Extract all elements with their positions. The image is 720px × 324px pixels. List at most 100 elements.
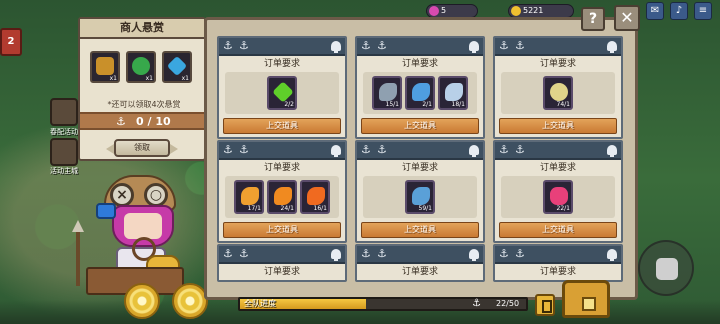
pufferfish-icon [550,83,568,101]
mail-icon[interactable]: ✉ [646,2,664,20]
bounty-reward-count: x1 [181,75,189,82]
order-item[interactable]: 15/1 [372,76,402,110]
bell-icon [331,145,341,157]
anchor-icon: ⚓ [116,115,126,128]
item-count: 2/2 [284,101,294,108]
order-header: ⚓ ⚓ [219,142,345,160]
order-item[interactable]: 74/1 [543,76,573,110]
sound-icon[interactable]: ♪ [670,2,688,20]
item-count: 2/1 [422,101,432,108]
anchor-icon: ⚓ [361,143,371,156]
document-button[interactable] [535,294,555,316]
resource-pill-2[interactable]: 5221 [508,4,574,18]
order-card: ⚓ ⚓ 订单要求 [217,244,347,282]
order-card: ⚓ ⚓ 订单要求 [355,244,485,282]
merchant-bounty-panel: 商人悬赏 x1 x1 x1 *还可以领取4次悬赏 ⚓ 0 / 10 领取 [78,17,206,161]
silver-fish-icon [445,83,463,101]
order-header: ⚓ ⚓ [357,246,483,264]
blue-fish-icon [412,83,430,101]
grey-fish-icon [379,83,397,101]
bounty-reward-slot[interactable]: x1 [126,51,156,83]
order-header: ⚓ ⚓ [495,246,621,264]
order-item[interactable]: 59/1 [405,180,435,214]
anchor-icon: ⚓ [472,298,481,309]
anchor-icon: ⚓ [377,143,387,156]
order-item[interactable]: 2/2 [267,76,297,110]
player-character: × ○ [72,175,208,324]
city-label: 活动主城 [50,167,78,175]
order-items: 2/2 [225,72,339,114]
anchor-icon: ⚓ [239,39,249,52]
item-count: 15/1 [385,101,399,108]
team-progress-bar: 全队进度 ⚓ 22/50 [238,297,528,311]
item-count: 17/1 [247,205,261,212]
anchor-icon: ⚓ [499,247,509,260]
anchor-icon: ⚓ [515,143,525,156]
menu-icon[interactable]: ≡ [694,2,712,20]
level-badge[interactable]: 2 [0,28,22,56]
submit-items-button[interactable]: 上交道具 [499,222,617,238]
gold-disc-icon[interactable] [124,283,160,319]
gem-icon [429,6,439,16]
claim-button[interactable]: 领取 [106,139,178,157]
bounty-reward-slot[interactable]: x1 [90,51,120,83]
bounty-reward-slot[interactable]: x1 [162,51,192,83]
spear [72,220,84,286]
order-grid: ⚓ ⚓ 订单要求 2/2 上交道具 ⚓ ⚓ 订单要求 15/1 2/1 18/1… [217,34,625,297]
order-items: 17/1 24/1 16/1 [225,176,339,218]
anchor-icon: ⚓ [239,143,249,156]
item-count: 22/1 [556,205,570,212]
city-button[interactable] [50,138,78,166]
help-button[interactable]: ? [581,7,605,31]
order-item[interactable]: 24/1 [267,180,297,214]
bell-icon [469,145,479,157]
order-header: ⚓ ⚓ [357,38,483,56]
submit-items-button[interactable]: 上交道具 [499,118,617,134]
event-button[interactable] [50,98,78,126]
order-title: 订单要求 [263,267,300,277]
bounty-progress-bar: ⚓ 0 / 10 [80,112,204,130]
order-card: ⚓ ⚓ 订单要求 22/1 上交道具 [493,140,623,243]
order-title: 订单要求 [539,163,576,173]
anchor-icon: ⚓ [361,247,371,260]
order-item[interactable]: 17/1 [234,180,264,214]
treasure-chest-icon[interactable] [562,280,610,318]
item-count: 24/1 [280,205,294,212]
order-title: 订单要求 [401,59,438,69]
attack-button[interactable] [638,240,694,296]
order-title: 订单要求 [401,163,438,173]
blue-gem-icon [166,55,188,77]
team-progress-count: 22/50 [496,299,520,308]
submit-items-button[interactable]: 上交道具 [223,118,341,134]
submit-items-button[interactable]: 上交道具 [361,222,479,238]
order-item[interactable]: 22/1 [543,180,573,214]
orange-fish-icon [241,187,259,205]
anchor-icon: ⚓ [223,247,233,260]
gold-disc-icon[interactable] [172,283,208,319]
order-item[interactable]: 18/1 [438,76,468,110]
order-items: 59/1 [363,176,477,218]
bell-icon [331,41,341,53]
submit-items-button[interactable]: 上交道具 [361,118,479,134]
level-badge-text: 2 [7,36,15,47]
anchor-icon: ⚓ [499,39,509,52]
close-button[interactable]: ✕ [614,5,640,31]
order-item[interactable]: 2/1 [405,76,435,110]
order-card: ⚓ ⚓ 订单要求 17/1 24/1 16/1 上交道具 [217,140,347,243]
anchor-icon: ⚓ [377,39,387,52]
resource-pill-1[interactable]: 5 [426,4,478,18]
resource-1-value: 5 [441,6,447,15]
item-count: 16/1 [313,205,327,212]
item-count: 59/1 [418,205,432,212]
order-header: ⚓ ⚓ [219,38,345,56]
order-title: 订单要求 [263,59,300,69]
bounty-progress-value: 0 / 10 [136,115,171,128]
bounty-remaining-note: *还可以领取4次悬赏 [107,100,181,109]
hair-bow [96,203,116,219]
order-card: ⚓ ⚓ 订单要求 15/1 2/1 18/1 上交道具 [355,36,485,139]
submit-items-button[interactable]: 上交道具 [223,222,341,238]
order-card: ⚓ ⚓ 订单要求 59/1 上交道具 [355,140,485,243]
order-board: ⚓ ⚓ 订单要求 2/2 上交道具 ⚓ ⚓ 订单要求 15/1 2/1 18/1… [204,17,638,300]
order-item[interactable]: 16/1 [300,180,330,214]
order-header: ⚓ ⚓ [495,142,621,160]
